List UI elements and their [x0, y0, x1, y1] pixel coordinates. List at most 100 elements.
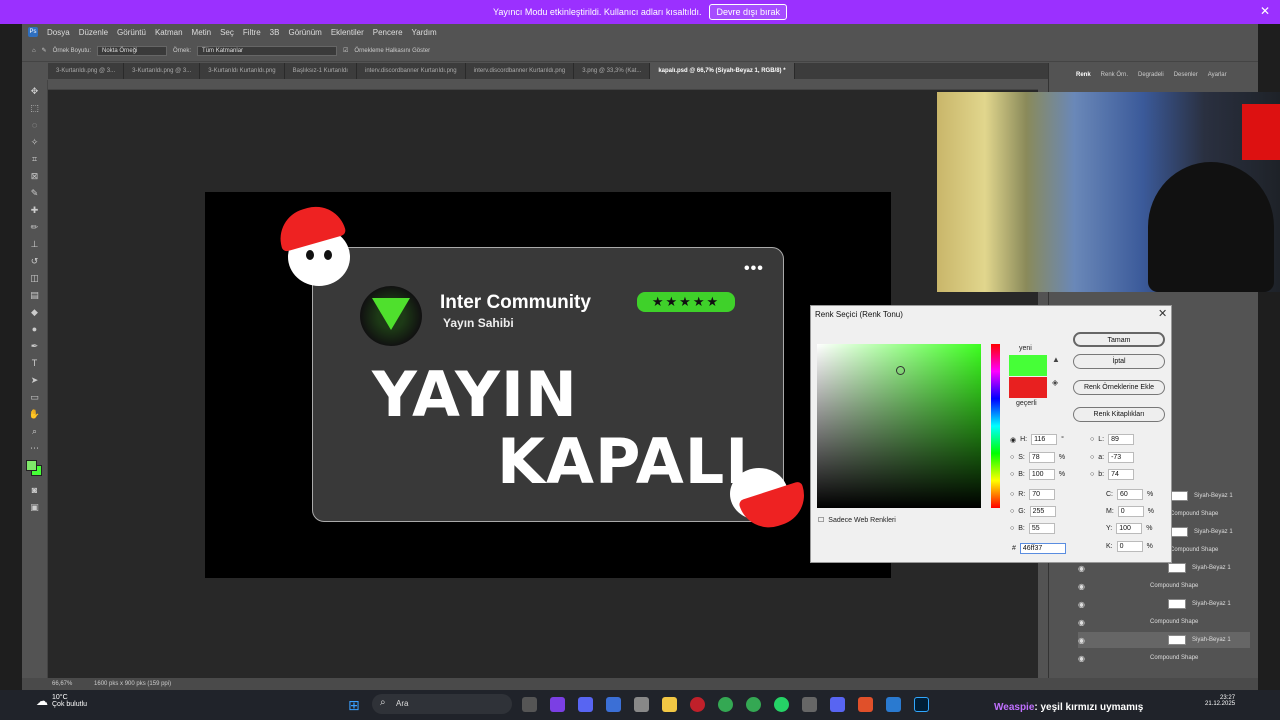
tab-patterns[interactable]: Desenler: [1174, 72, 1198, 78]
blur-tool-icon[interactable]: ◆: [28, 306, 42, 318]
saturation-input[interactable]: 78: [1028, 452, 1055, 463]
task-view-icon[interactable]: [522, 697, 537, 712]
app-icon[interactable]: [886, 697, 901, 712]
yellow-input[interactable]: 100: [1116, 523, 1143, 534]
disable-button[interactable]: Devre dışı bırak: [709, 4, 787, 20]
radio-icon[interactable]: ○: [1090, 471, 1094, 478]
system-clock[interactable]: 23:27 21.12.2025: [1205, 695, 1235, 707]
hex-input[interactable]: 46ff37: [1019, 543, 1066, 554]
tab-swatches[interactable]: Renk Örn.: [1101, 72, 1128, 78]
tab-document[interactable]: 3-Kurtarıldı Kurtarıldı.png: [200, 63, 285, 79]
close-icon[interactable]: ✕: [1260, 4, 1270, 18]
zoom-level[interactable]: 66,67%: [52, 681, 72, 687]
type-tool-icon[interactable]: T: [28, 357, 42, 369]
radio-icon[interactable]: ○: [1090, 436, 1094, 443]
radio-icon[interactable]: ○: [1010, 508, 1014, 515]
brush-tool-icon[interactable]: ✏: [28, 221, 42, 233]
whatsapp-icon[interactable]: [774, 697, 789, 712]
color-swatches[interactable]: [25, 459, 45, 479]
photoshop-icon[interactable]: [914, 697, 929, 712]
quick-mask-icon[interactable]: ◙: [28, 484, 42, 496]
radio-icon[interactable]: ○: [1010, 454, 1014, 461]
brightness-input[interactable]: 100: [1028, 469, 1055, 480]
eye-icon[interactable]: ◉: [1078, 636, 1088, 645]
current-color-swatch[interactable]: [1009, 377, 1047, 398]
folder-icon[interactable]: [662, 697, 677, 712]
menu-item[interactable]: Görüntü: [117, 28, 146, 37]
menu-item[interactable]: Pencere: [373, 28, 403, 37]
discord-icon[interactable]: [830, 697, 845, 712]
app-icon[interactable]: [858, 697, 873, 712]
red-input[interactable]: 70: [1029, 489, 1056, 500]
color-libraries-button[interactable]: Renk Kitaplıkları: [1073, 407, 1165, 422]
frame-tool-icon[interactable]: ⊠: [28, 170, 42, 182]
green-input[interactable]: 255: [1029, 506, 1056, 517]
hue-slider[interactable]: [991, 344, 1000, 508]
eyedropper-tool-icon[interactable]: ✎: [28, 187, 42, 199]
eye-icon[interactable]: ◉: [1078, 600, 1088, 609]
menu-item[interactable]: Metin: [192, 28, 212, 37]
healing-tool-icon[interactable]: ✚: [28, 204, 42, 216]
sample-size-select[interactable]: Nokta Örneği: [97, 45, 168, 56]
dodge-tool-icon[interactable]: ●: [28, 323, 42, 335]
chrome-icon[interactable]: [718, 697, 733, 712]
layer-row[interactable]: ◉ Siyah-Beyaz 1: [1078, 596, 1250, 612]
settings-icon[interactable]: [802, 697, 817, 712]
radio-icon[interactable]: ○: [1090, 454, 1094, 461]
radio-icon[interactable]: ◉: [1010, 436, 1016, 444]
zoom-tool-icon[interactable]: ⌕: [28, 425, 42, 437]
lab-l-input[interactable]: 89: [1108, 434, 1135, 445]
layer-row[interactable]: ◉ Compound Shape: [1078, 650, 1250, 666]
chrome-icon[interactable]: [746, 697, 761, 712]
color-field-cursor-icon[interactable]: [896, 366, 905, 375]
stamp-tool-icon[interactable]: ⊥: [28, 238, 42, 250]
tab-document[interactable]: Başlıksız-1 Kurtarıldı: [285, 63, 357, 79]
menu-item[interactable]: Dosya: [47, 28, 70, 37]
sample-select[interactable]: Tüm Katmanlar: [197, 45, 338, 56]
tab-gradients[interactable]: Degradeli: [1138, 72, 1164, 78]
pen-tool-icon[interactable]: ✒: [28, 340, 42, 352]
move-tool-icon[interactable]: ✥: [28, 85, 42, 97]
tab-document[interactable]: interv.discordbanner Kurtarıldı.png: [357, 63, 466, 79]
lab-b-input[interactable]: 74: [1108, 469, 1135, 480]
discord-icon[interactable]: [578, 697, 593, 712]
foreground-color-swatch[interactable]: [25, 460, 37, 471]
taskbar-search[interactable]: Ara: [372, 694, 512, 714]
menu-item[interactable]: Katman: [155, 28, 183, 37]
home-icon[interactable]: ⌂: [32, 48, 36, 54]
menu-item[interactable]: 3B: [270, 28, 280, 37]
add-to-swatches-button[interactable]: Renk Örneklerine Ekle: [1073, 380, 1165, 395]
black-input[interactable]: 0: [1116, 541, 1143, 552]
menu-item[interactable]: Düzenle: [79, 28, 108, 37]
weather-widget[interactable]: ☁ 10°C Çok bulutlu: [36, 694, 87, 708]
layer-row[interactable]: ◉ Compound Shape: [1078, 578, 1250, 594]
cyan-input[interactable]: 60: [1117, 489, 1143, 500]
hand-tool-icon[interactable]: ✋: [28, 408, 42, 420]
crop-tool-icon[interactable]: ⌗: [28, 153, 42, 165]
magenta-input[interactable]: 0: [1117, 506, 1144, 517]
tab-document[interactable]: interv.discordbanner Kurtarıldı.png: [466, 63, 575, 79]
menu-item[interactable]: Filtre: [243, 28, 261, 37]
path-select-icon[interactable]: ➤: [28, 374, 42, 386]
app-icon[interactable]: [550, 697, 565, 712]
opera-icon[interactable]: [690, 697, 705, 712]
tab-document[interactable]: 3-Kurtarıldı.png @ 3...: [124, 63, 201, 79]
lab-a-input[interactable]: -73: [1108, 452, 1135, 463]
tab-active-document[interactable]: kapalı.psd @ 66,7% (Siyah-Beyaz 1, RGB/8…: [650, 63, 795, 79]
eraser-tool-icon[interactable]: ◫: [28, 272, 42, 284]
radio-icon[interactable]: ○: [1010, 525, 1014, 532]
store-icon[interactable]: [634, 697, 649, 712]
eyedropper-icon[interactable]: ✎: [42, 47, 47, 54]
checkbox-icon[interactable]: ☐: [818, 516, 824, 524]
gamut-warning-icon[interactable]: ▲: [1052, 355, 1060, 364]
menu-item[interactable]: Görünüm: [288, 28, 321, 37]
tab-settings[interactable]: Ayarlar: [1208, 72, 1227, 78]
windows-start-icon[interactable]: ⊞: [348, 697, 360, 714]
screen-mode-icon[interactable]: ▣: [28, 501, 42, 513]
eye-icon[interactable]: ◉: [1078, 618, 1088, 627]
lasso-tool-icon[interactable]: ◌: [28, 119, 42, 131]
eye-icon[interactable]: ◉: [1078, 582, 1088, 591]
blue-input[interactable]: 55: [1028, 523, 1055, 534]
layer-row-selected[interactable]: ◉ Siyah-Beyaz 1: [1078, 632, 1250, 648]
web-color-warning-icon[interactable]: ◈: [1052, 378, 1058, 387]
